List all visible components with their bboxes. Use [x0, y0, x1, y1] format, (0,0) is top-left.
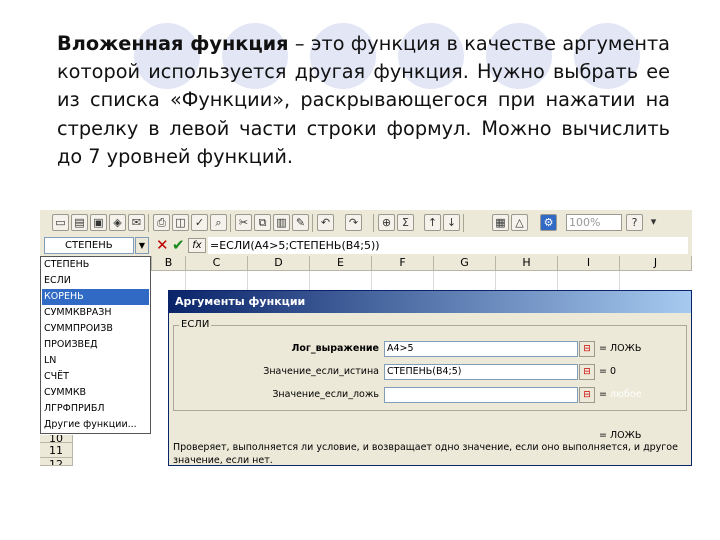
help-icon[interactable]: ?	[626, 214, 643, 231]
new-icon[interactable]: ▭	[52, 214, 69, 231]
row-header-12[interactable]: 12	[40, 458, 73, 466]
arg-label-value-if-true: Значение_если_истина	[263, 366, 379, 377]
function-list-item[interactable]: СУММКВ	[42, 385, 149, 401]
insert-function-button[interactable]: fx	[188, 238, 206, 253]
standard-toolbar: ▭ ▤ ▣ ◈ ✉ ⎙ ◫ ✓ ⌕ ✂ ⧉ ▥ ✎ ↶ ↷ ⊕ Σ ↑ ↓ ▦ …	[40, 210, 692, 237]
zoom-select[interactable]: 100%	[566, 214, 622, 231]
spelling-icon[interactable]: ✓	[191, 214, 208, 231]
function-list-item[interactable]: ЛГРФПРИБЛ	[42, 401, 149, 417]
row-header-11[interactable]: 11	[40, 443, 73, 458]
undo-icon[interactable]: ↶	[317, 214, 334, 231]
drawing-icon[interactable]: △	[511, 214, 528, 231]
function-description: Проверяет, выполняется ли условие, и воз…	[173, 442, 678, 466]
column-header-h[interactable]: H	[496, 256, 558, 271]
formula-result: = ЛОЖЬ	[599, 430, 642, 441]
column-header-c[interactable]: C	[186, 256, 248, 271]
name-box[interactable]: СТЕПЕНЬ	[44, 237, 134, 254]
autosum-icon[interactable]: Σ	[397, 214, 414, 231]
collapse-dialog-icon[interactable]: ⊟	[579, 364, 595, 380]
column-header-e[interactable]: E	[310, 256, 372, 271]
collapse-dialog-icon[interactable]: ⊟	[579, 387, 595, 403]
column-header-b[interactable]: B	[152, 256, 186, 271]
function-list-item[interactable]: СЧЁТ	[42, 369, 149, 385]
logical-test-input[interactable]: A4>5	[384, 341, 578, 357]
logical-test-result: = ЛОЖЬ	[599, 343, 642, 354]
format-painter-icon[interactable]: ✎	[292, 214, 309, 231]
fx-label: fx	[192, 240, 202, 251]
toolbar-separator	[463, 214, 464, 232]
formula-text: =ЕСЛИ(A4>5;СТЕПЕНЬ(B4;5))	[210, 239, 380, 252]
print-preview-icon[interactable]: ◫	[172, 214, 189, 231]
function-list-item[interactable]: СТЕПЕНЬ	[42, 257, 149, 273]
arg-label-logical-test: Лог_выражение	[291, 343, 379, 354]
toolbar-separator	[230, 214, 231, 232]
formula-input[interactable]: =ЕСЛИ(A4>5;СТЕПЕНЬ(B4;5))	[208, 237, 688, 254]
logical-test-value: A4>5	[387, 343, 414, 354]
function-arguments-dialog: Аргументы функции ЕСЛИ Лог_выражение A4>…	[168, 290, 692, 466]
toolbar-separator	[373, 214, 374, 232]
column-header-i[interactable]: I	[558, 256, 620, 271]
permission-icon[interactable]: ◈	[109, 214, 126, 231]
toolbar-options-icon[interactable]: ▾	[645, 214, 662, 231]
name-box-value: СТЕПЕНЬ	[65, 240, 113, 251]
function-list-item[interactable]: LN	[42, 353, 149, 369]
function-wizard-icon[interactable]: ⚙	[540, 214, 557, 231]
open-icon[interactable]: ▤	[71, 214, 88, 231]
enter-icon[interactable]: ✔	[172, 236, 185, 254]
value-if-false-hint: любое	[609, 389, 642, 400]
hyperlink-icon[interactable]: ⊕	[378, 214, 395, 231]
slide-paragraph: Вложенная функция – это функция в качест…	[57, 30, 670, 171]
sort-desc-icon[interactable]: ↓	[443, 214, 460, 231]
cut-icon[interactable]: ✂	[235, 214, 252, 231]
value-if-true-result: = 0	[599, 366, 617, 377]
copy-icon[interactable]: ⧉	[254, 214, 271, 231]
column-header-d[interactable]: D	[248, 256, 310, 271]
toolbar-separator	[148, 214, 149, 232]
column-header-f[interactable]: F	[372, 256, 434, 271]
value-if-true-input[interactable]: СТЕПЕНЬ(B4;5)	[384, 364, 578, 380]
chart-wizard-icon[interactable]: ▦	[492, 214, 509, 231]
value-if-true-value: СТЕПЕНЬ(B4;5)	[387, 366, 462, 377]
row-header-10[interactable]: 10	[40, 435, 73, 443]
arg-label-value-if-false: Значение_если_ложь	[272, 389, 379, 400]
formula-bar: СТЕПЕНЬ ▼ ✕ ✔ fx =ЕСЛИ(A4>5;СТЕПЕНЬ(B4;5…	[40, 236, 692, 257]
function-list-item-selected[interactable]: КОРЕНЬ	[42, 289, 149, 305]
collapse-dialog-icon[interactable]: ⊟	[579, 341, 595, 357]
column-header-j[interactable]: J	[620, 256, 692, 271]
paste-icon[interactable]: ▥	[273, 214, 290, 231]
cancel-icon[interactable]: ✕	[156, 236, 169, 254]
zoom-value: 100%	[569, 216, 601, 229]
toolbar-separator	[312, 214, 313, 232]
functions-dropdown-list[interactable]: СТЕПЕНЬ ЕСЛИ КОРЕНЬ СУММКВРАЗН СУММПРОИЗ…	[40, 256, 151, 434]
dialog-title[interactable]: Аргументы функции	[169, 291, 691, 313]
functions-dropdown-arrow[interactable]: ▼	[135, 237, 149, 254]
arguments-group-label: ЕСЛИ	[179, 319, 212, 330]
sort-asc-icon[interactable]: ↑	[424, 214, 441, 231]
function-list-item[interactable]: СУММПРОИЗВ	[42, 321, 149, 337]
column-header-g[interactable]: G	[434, 256, 496, 271]
function-list-item[interactable]: СУММКВРАЗН	[42, 305, 149, 321]
function-list-item[interactable]: ЕСЛИ	[42, 273, 149, 289]
function-list-item[interactable]: ПРОИЗВЕД	[42, 337, 149, 353]
email-icon[interactable]: ✉	[128, 214, 145, 231]
print-icon[interactable]: ⎙	[153, 214, 170, 231]
excel-screenshot: ▭ ▤ ▣ ◈ ✉ ⎙ ◫ ✓ ⌕ ✂ ⧉ ▥ ✎ ↶ ↷ ⊕ Σ ↑ ↓ ▦ …	[40, 210, 692, 466]
more-functions-item[interactable]: Другие функции...	[42, 417, 149, 433]
slide-term: Вложенная функция	[57, 32, 289, 55]
value-if-false-input[interactable]	[384, 387, 578, 403]
research-icon[interactable]: ⌕	[210, 214, 227, 231]
redo-icon[interactable]: ↷	[345, 214, 362, 231]
value-if-false-result: = любое	[599, 389, 642, 400]
save-icon[interactable]: ▣	[90, 214, 107, 231]
value-if-false-eq: =	[599, 389, 610, 400]
